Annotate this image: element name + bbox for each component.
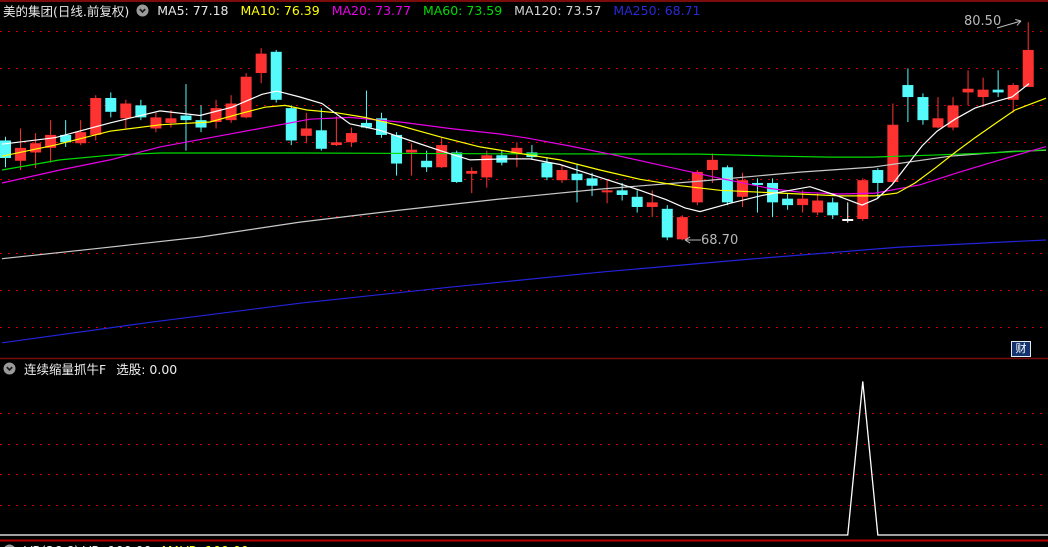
ma-values-row: MA5: 77.18 MA10: 76.39 MA20: 73.77 MA60: 73… <box>157 3 712 18</box>
vr-panel-header-clipped: VR(26,6) VR: 100.00 MAVR: 100.00 <box>3 542 249 547</box>
ma-value-label: MA20: 73.77 <box>331 3 411 18</box>
indicator-panel-layer[interactable] <box>0 381 1048 542</box>
indicator-panel-header: 连续缩量抓牛F 选股: 0.00 <box>3 360 178 377</box>
mavr-value: MAVR: 100.00 <box>162 543 249 547</box>
cai-finance-badge[interactable]: 财 <box>1011 341 1031 357</box>
chevron-down-icon[interactable] <box>136 4 149 17</box>
stock-title: 美的集团(日线.前复权) <box>3 4 130 19</box>
chevron-down-icon[interactable] <box>3 362 16 375</box>
ma-value-label: MA120: 73.57 <box>514 3 602 18</box>
candlestick-chart-canvas[interactable] <box>0 0 1048 547</box>
indicator-value: 选股: 0.00 <box>116 361 178 377</box>
indicator-name: 连续缩量抓牛F <box>24 361 107 377</box>
low-price-label: 68.70 <box>701 233 739 248</box>
tdx-app-window: 美的集团(日线.前复权) MA5: 77.18 MA10: 76.39 MA20: … <box>0 0 1048 547</box>
indicator-spike-line <box>0 381 1048 536</box>
vr-values: VR(26,6) VR: 100.00 <box>24 543 152 547</box>
ma-value-label: MA5: 77.18 <box>157 3 229 18</box>
ma-value-label: MA60: 73.59 <box>422 3 503 18</box>
chevron-down-icon[interactable] <box>3 544 16 547</box>
annotations-layer <box>0 18 1048 360</box>
high-price-label: 80.50 <box>964 14 1002 29</box>
candles-layer <box>0 22 1034 241</box>
ma-value-label: MA250: 68.71 <box>613 3 701 18</box>
ma-value-label: MA10: 76.39 <box>240 3 320 18</box>
chart-header: 美的集团(日线.前复权) MA5: 77.18 MA10: 76.39 MA20: … <box>3 3 713 19</box>
